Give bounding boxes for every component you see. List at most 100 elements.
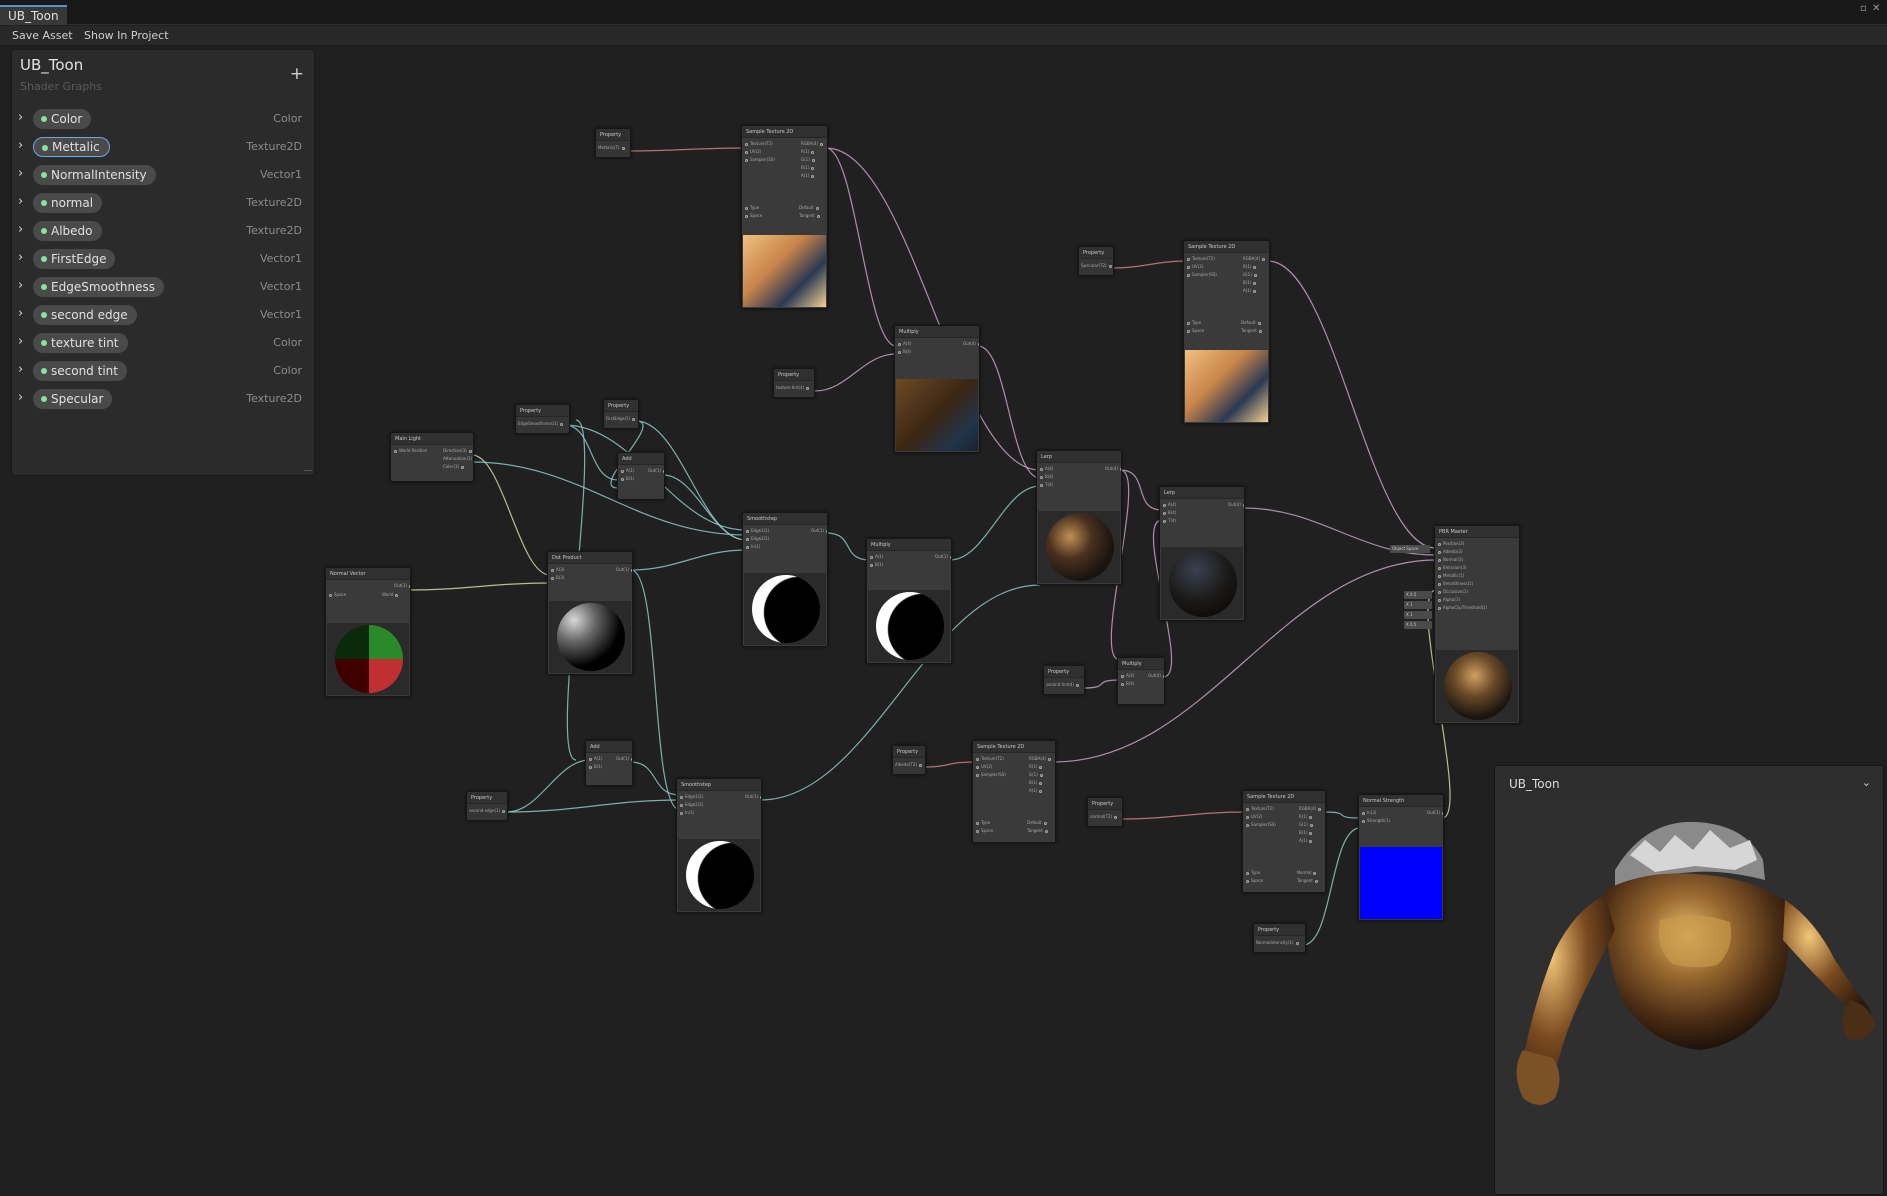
node-port[interactable]: Texture(T2) bbox=[1244, 806, 1274, 811]
property-row[interactable]: › second tint Color bbox=[12, 358, 314, 384]
property-pill[interactable]: Mettalic bbox=[33, 137, 110, 157]
node-port[interactable]: Out(1) bbox=[648, 468, 664, 473]
port-dot-icon[interactable] bbox=[1187, 265, 1190, 269]
property-row[interactable]: › Mettalic Texture2D bbox=[12, 134, 314, 160]
port-dot-icon[interactable] bbox=[1048, 757, 1052, 761]
port-dot-icon[interactable] bbox=[870, 555, 873, 559]
close-icon[interactable]: ✕ bbox=[1872, 3, 1880, 14]
node-port[interactable]: A(4) bbox=[1038, 466, 1053, 471]
port-dot-icon[interactable] bbox=[551, 576, 554, 580]
node-port[interactable]: Tangent bbox=[1241, 328, 1264, 333]
node-port[interactable]: Metallic(1) bbox=[1436, 573, 1464, 578]
port-dot-icon[interactable] bbox=[621, 146, 625, 150]
add-2-node[interactable]: Add A(1) B(1) Out(1) bbox=[585, 740, 633, 786]
port-dot-icon[interactable] bbox=[1362, 819, 1365, 823]
port-dot-icon[interactable] bbox=[1187, 329, 1190, 333]
node-port[interactable]: Sampler(SS) bbox=[974, 772, 1006, 777]
node-port[interactable]: Default bbox=[1241, 320, 1263, 325]
node-port[interactable]: A(1) bbox=[619, 468, 634, 473]
node-port[interactable]: Mettalic(T) bbox=[598, 145, 627, 150]
node-port[interactable]: B(1) bbox=[619, 476, 634, 481]
port-dot-icon[interactable] bbox=[630, 568, 632, 572]
port-dot-icon[interactable] bbox=[811, 150, 815, 154]
node-port[interactable]: NormalIntensity(1) bbox=[1256, 940, 1301, 945]
property-pill[interactable]: Color bbox=[33, 109, 92, 129]
object-space-chip[interactable]: Object Space bbox=[1390, 545, 1430, 553]
smoothstep-2-node[interactable]: Smoothstep Edge1(1) Edge2(1) In(1) Out(1) bbox=[676, 778, 762, 913]
node-port[interactable]: Default bbox=[799, 205, 821, 210]
port-dot-icon[interactable] bbox=[811, 174, 815, 178]
port-dot-icon[interactable] bbox=[680, 803, 683, 807]
edge-wire[interactable] bbox=[471, 454, 551, 576]
property-row[interactable]: › normal Texture2D bbox=[12, 190, 314, 216]
node-port[interactable]: Alpha(1) bbox=[1436, 597, 1460, 602]
edge-wire[interactable] bbox=[630, 549, 747, 571]
dot-product-node[interactable]: Dot Product A(3) B(3) Out(1) bbox=[547, 551, 633, 675]
port-dot-icon[interactable] bbox=[1076, 683, 1079, 687]
node-port[interactable]: B(4) bbox=[1038, 474, 1053, 479]
port-dot-icon[interactable] bbox=[1163, 511, 1166, 515]
node-port[interactable]: Out(1) bbox=[935, 554, 951, 559]
node-port[interactable]: B(4) bbox=[1161, 510, 1176, 515]
node-port[interactable]: Specular(T2) bbox=[1081, 263, 1113, 268]
port-dot-icon[interactable] bbox=[1438, 542, 1441, 546]
node-port[interactable]: texture tint(4) bbox=[776, 385, 811, 390]
node-port[interactable]: UV(2) bbox=[1185, 264, 1203, 269]
add-property-button[interactable]: + bbox=[290, 64, 304, 84]
pbr-master-node[interactable]: PBR Master Position(3) Albedo(3) Normal(3) E… bbox=[1434, 525, 1520, 724]
property-pill[interactable]: Albedo bbox=[33, 221, 102, 241]
node-port[interactable]: B(1) bbox=[1299, 830, 1314, 835]
port-dot-icon[interactable] bbox=[1309, 839, 1313, 843]
node-port[interactable]: Type bbox=[974, 820, 990, 825]
node-port[interactable]: UV(2) bbox=[974, 764, 992, 769]
port-dot-icon[interactable] bbox=[820, 142, 824, 146]
port-dot-icon[interactable] bbox=[759, 795, 761, 799]
port-dot-icon[interactable] bbox=[898, 342, 901, 346]
node-port[interactable]: Albedo(T2) bbox=[895, 762, 924, 767]
chevron-right-icon[interactable]: › bbox=[18, 166, 23, 181]
node-port[interactable]: Emission(3) bbox=[1436, 565, 1466, 570]
port-dot-icon[interactable] bbox=[1309, 815, 1313, 819]
port-dot-icon[interactable] bbox=[1441, 811, 1443, 815]
node-port[interactable]: In(1) bbox=[744, 544, 760, 549]
node-port[interactable]: Out(1) bbox=[745, 794, 761, 799]
node-port[interactable]: G(1) bbox=[1243, 272, 1259, 277]
node-port[interactable]: Tangent bbox=[1027, 828, 1050, 833]
prop-second-edge-node[interactable]: Property second edge(1) bbox=[466, 791, 508, 821]
node-port[interactable]: normal(T2) bbox=[1090, 814, 1119, 819]
node-port[interactable]: Out(1) bbox=[811, 528, 827, 533]
port-dot-icon[interactable] bbox=[461, 465, 465, 469]
port-dot-icon[interactable] bbox=[589, 765, 592, 769]
port-dot-icon[interactable] bbox=[1438, 550, 1441, 554]
node-port[interactable]: B(1) bbox=[1243, 280, 1258, 285]
port-dot-icon[interactable] bbox=[1438, 558, 1441, 562]
node-port[interactable]: A(4) bbox=[1119, 673, 1134, 678]
port-dot-icon[interactable] bbox=[811, 158, 815, 162]
port-dot-icon[interactable] bbox=[1114, 815, 1118, 819]
node-port[interactable]: RGBA(4) bbox=[1029, 756, 1053, 761]
port-dot-icon[interactable] bbox=[745, 158, 748, 162]
property-row[interactable]: › Specular Texture2D bbox=[12, 386, 314, 412]
port-dot-icon[interactable] bbox=[1295, 941, 1299, 945]
node-port[interactable]: Out(1) bbox=[616, 756, 632, 761]
default-value-chip[interactable]: X 0.5 bbox=[1404, 591, 1432, 599]
node-port[interactable]: Texture(T2) bbox=[1185, 256, 1215, 261]
node-port[interactable]: Space bbox=[1244, 878, 1263, 883]
node-port[interactable]: B(1) bbox=[801, 165, 816, 170]
port-dot-icon[interactable] bbox=[1039, 773, 1043, 777]
port-dot-icon[interactable] bbox=[1119, 467, 1121, 471]
normal-vector-node[interactable]: Normal Vector Out(3) Space World bbox=[325, 567, 411, 697]
port-dot-icon[interactable] bbox=[1246, 807, 1249, 811]
port-dot-icon[interactable] bbox=[815, 206, 819, 210]
port-dot-icon[interactable] bbox=[1121, 674, 1124, 678]
node-port[interactable]: Out(4) bbox=[1148, 673, 1164, 678]
edge-wire[interactable] bbox=[1323, 811, 1361, 819]
port-dot-icon[interactable] bbox=[976, 757, 979, 761]
node-port[interactable]: UV(2) bbox=[743, 149, 761, 154]
node-port[interactable]: RGBA(4) bbox=[1299, 806, 1323, 811]
prop-normal-node[interactable]: Property normal(T2) bbox=[1087, 797, 1123, 827]
node-port[interactable]: Default bbox=[1027, 820, 1049, 825]
chevron-right-icon[interactable]: › bbox=[18, 222, 23, 237]
node-port[interactable]: Tangent bbox=[1297, 878, 1320, 883]
port-dot-icon[interactable] bbox=[870, 563, 873, 567]
